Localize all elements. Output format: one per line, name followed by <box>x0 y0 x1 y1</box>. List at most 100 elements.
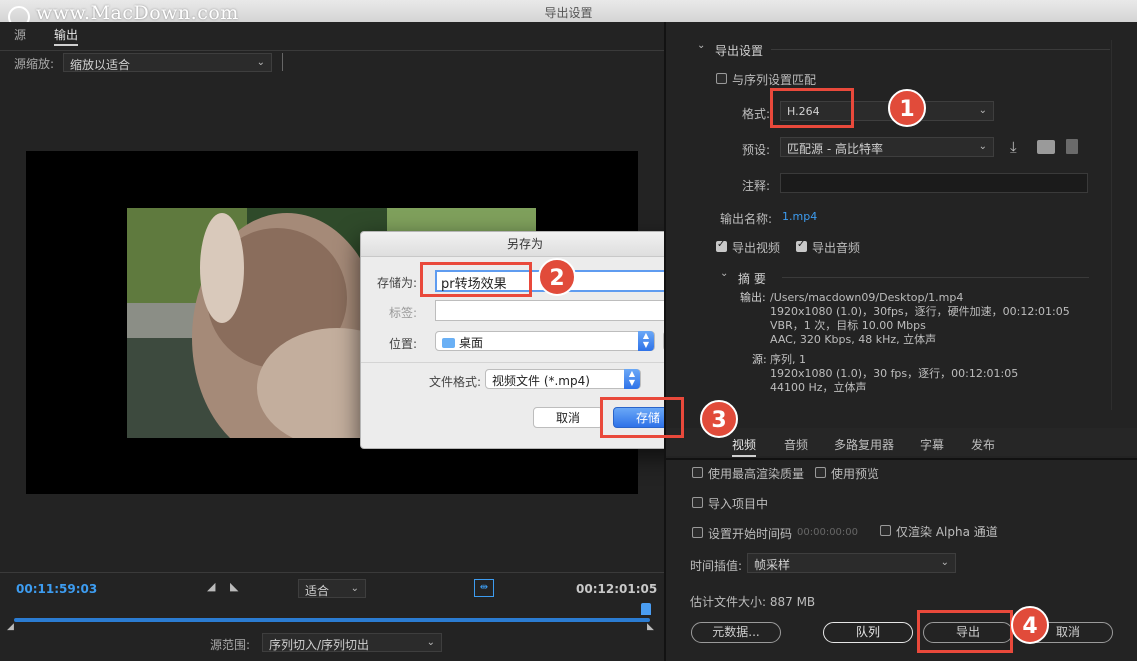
import-project-label: 导入项目中 <box>708 497 769 511</box>
folder-icon <box>442 338 455 348</box>
step-badge-3: 3 <box>700 400 738 438</box>
scroll-divider <box>1111 40 1112 410</box>
highlight-export-button <box>917 610 1013 653</box>
aspect-toggle-icon[interactable]: ⇹ <box>474 579 494 597</box>
tab-multiplexer[interactable]: 多路复用器 <box>834 436 894 453</box>
format-label: 文件格式: <box>428 375 481 389</box>
comments-input[interactable] <box>780 173 1088 193</box>
summary-output-label: 输出: <box>740 291 766 304</box>
dialog-cancel-button[interactable]: 取消 <box>533 407 603 428</box>
in-point-icon[interactable]: ◢ <box>7 622 14 632</box>
tab-captions[interactable]: 字幕 <box>920 436 944 453</box>
source-range-select[interactable]: 序列切入/序列切出 ⌄ <box>262 633 442 652</box>
metadata-button[interactable]: 元数据... <box>691 622 781 643</box>
summary-source-line: 44100 Hz，立体声 <box>770 381 867 394</box>
match-sequence-checkbox[interactable] <box>716 73 727 84</box>
end-timecode: 00:12:01:05 <box>576 582 658 596</box>
chevron-down-icon: ⌄ <box>978 141 987 152</box>
tab-publish[interactable]: 发布 <box>971 436 995 453</box>
timeline-range-bar[interactable] <box>14 618 650 622</box>
interp-select[interactable]: 帧采样 ⌄ <box>747 553 956 573</box>
zoom-select[interactable]: 适合 ⌄ <box>298 579 366 598</box>
summary-source-block: 序列, 1 1920x1080 (1.0)，30 fps，逐行，00:12:01… <box>770 353 1018 395</box>
chevron-down-icon: ⌄ <box>940 557 949 568</box>
tab-output[interactable]: 输出 <box>54 26 79 46</box>
stepper-icon: ▲ ▼ <box>624 369 640 389</box>
alpha-only-checkbox[interactable] <box>880 525 891 536</box>
set-start-tc-checkbox[interactable] <box>692 527 703 538</box>
save-as-label: 存储为: <box>376 276 417 290</box>
mark-in-icon[interactable]: ◢ <box>207 580 215 593</box>
tags-input[interactable] <box>435 300 685 321</box>
export-audio-checkbox[interactable] <box>796 239 807 252</box>
tab-audio[interactable]: 音频 <box>784 436 808 453</box>
source-scale-select[interactable]: 缩放以适合 ⌄ <box>63 53 272 72</box>
preset-value: 匹配源 - 高比特率 <box>787 142 883 156</box>
location-label: 位置: <box>388 337 417 351</box>
summary-source-line: 序列, 1 <box>770 353 806 366</box>
zoom-value: 适合 <box>305 584 330 598</box>
summary-source-line: 1920x1080 (1.0)，30 fps，逐行，00:12:01:05 <box>770 367 1019 380</box>
summary-title: 摘 要 <box>738 272 766 286</box>
output-name-label: 输出名称: <box>720 212 773 226</box>
source-scale-label: 源缩放: <box>14 57 55 71</box>
location-select[interactable]: 桌面 ▲ ▼ <box>435 331 655 351</box>
dialog-title: 另存为 <box>361 232 689 257</box>
out-point-icon[interactable]: ◣ <box>647 622 654 632</box>
source-scale-value: 缩放以适合 <box>70 58 131 72</box>
chevron-down-icon: ⌄ <box>350 583 359 594</box>
tab-source[interactable]: 源 <box>14 26 26 43</box>
match-sequence-label: 与序列设置匹配 <box>732 73 817 87</box>
max-render-checkbox[interactable] <box>692 467 703 478</box>
summary-output-line: 1920x1080 (1.0)，30fps，逐行，硬件加速，00:12:01:0… <box>770 305 1070 318</box>
summary-output-line: /Users/macdown09/Desktop/1.mp4 <box>770 291 964 304</box>
step-badge-1: 1 <box>888 89 926 127</box>
highlight-save-button <box>600 397 684 438</box>
export-video-label: 导出视频 <box>732 241 781 255</box>
chevron-down-icon: ⌄ <box>256 57 265 68</box>
save-preset-icon[interactable]: ⤓ <box>1010 138 1017 156</box>
divider <box>361 362 689 363</box>
export-video-checkbox[interactable] <box>716 239 727 252</box>
preset-select[interactable]: 匹配源 - 高比特率 ⌄ <box>780 137 994 157</box>
delete-preset-icon[interactable] <box>1066 139 1078 154</box>
use-preview-checkbox[interactable] <box>815 467 826 478</box>
location-value: 桌面 <box>459 336 484 350</box>
estimated-size: 估计文件大小: 887 MB <box>690 595 816 609</box>
summary-output-line: AAC, 320 Kbps, 48 kHz, 立体声 <box>770 333 937 346</box>
divider <box>0 50 664 51</box>
summary-output-block: /Users/macdown09/Desktop/1.mp4 1920x1080… <box>770 291 1070 347</box>
alpha-only-label: 仅渲染 Alpha 通道 <box>896 525 998 539</box>
chevron-down-icon: ⌄ <box>978 105 987 116</box>
import-preset-icon[interactable] <box>1037 140 1055 154</box>
current-timecode[interactable]: 00:11:59:03 <box>16 582 97 596</box>
separator <box>282 53 283 71</box>
tab-video[interactable]: 视频 <box>732 436 757 457</box>
watermark-text: www.MacDown.com <box>36 2 239 24</box>
chevron-down-icon: ⌄ <box>426 637 435 648</box>
highlight-save-as <box>420 262 532 297</box>
divider <box>0 572 664 573</box>
highlight-format <box>770 88 854 128</box>
import-project-checkbox[interactable] <box>692 497 703 508</box>
summary-collapse-icon[interactable]: ⌄ <box>720 268 728 279</box>
queue-button[interactable]: 队列 <box>823 622 913 643</box>
collapse-chevron-icon[interactable]: ⌄ <box>697 40 705 51</box>
divider <box>666 458 1137 460</box>
playhead-icon[interactable] <box>641 603 651 615</box>
source-range-label: 源范围: <box>210 638 251 652</box>
export-audio-label: 导出音频 <box>812 241 861 255</box>
set-start-tc-label: 设置开始时间码 <box>708 527 793 541</box>
mark-out-icon[interactable]: ◣ <box>230 580 238 593</box>
interp-label: 时间插值: <box>690 559 743 573</box>
summary-output-line: VBR，1 次，目标 10.00 Mbps <box>770 319 926 332</box>
step-badge-4: 4 <box>1011 606 1049 644</box>
tags-label: 标签: <box>388 306 417 320</box>
stepper-icon: ▲ ▼ <box>638 331 654 351</box>
format-label: 格式: <box>742 107 771 121</box>
output-name-link[interactable]: 1.mp4 <box>782 210 817 223</box>
start-tc-value[interactable]: 00:00:00:00 <box>797 527 858 538</box>
file-format-value: 视频文件 (*.mp4) <box>492 374 590 388</box>
file-format-select[interactable]: 视频文件 (*.mp4) ▲ ▼ <box>485 369 641 389</box>
source-range-value: 序列切入/序列切出 <box>269 638 370 652</box>
